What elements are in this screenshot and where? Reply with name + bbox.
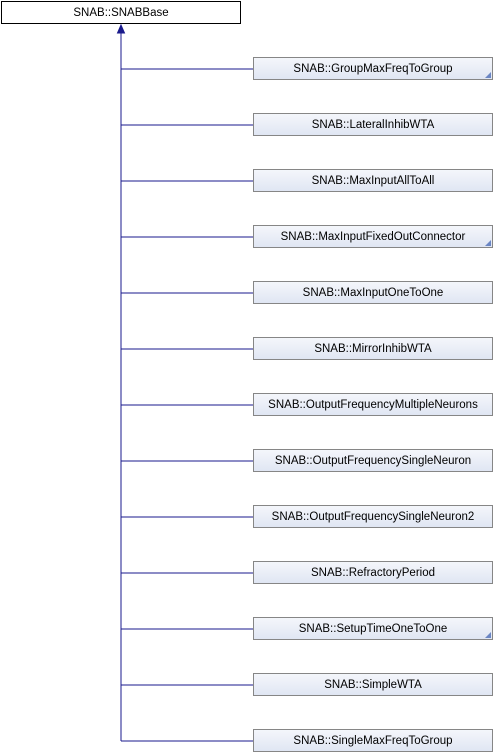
base-class-node: SNAB::SNABBase — [1, 1, 241, 24]
derived-class-node[interactable]: SNAB::SetupTimeOneToOne — [253, 617, 493, 640]
derived-class-node[interactable]: SNAB::GroupMaxFreqToGroup — [253, 57, 493, 80]
derived-class-node[interactable]: SNAB::SingleMaxFreqToGroup — [253, 729, 493, 752]
expand-marker-icon — [485, 240, 491, 246]
derived-class-label: SNAB::MaxInputAllToAll — [311, 175, 435, 187]
base-class-label: SNAB::SNABBase — [73, 7, 169, 19]
derived-class-label: SNAB::OutputFrequencySingleNeuron2 — [271, 511, 475, 523]
inheritance-diagram: SNAB::SNABBase SNAB::GroupMaxFreqToGroup… — [0, 0, 494, 752]
derived-class-label: SNAB::MaxInputFixedOutConnector — [280, 231, 466, 243]
derived-class-node[interactable]: SNAB::OutputFrequencySingleNeuron2 — [253, 505, 493, 528]
inheritance-arrowhead-icon — [116, 23, 126, 34]
expand-marker-icon — [485, 632, 491, 638]
derived-class-node[interactable]: SNAB::SimpleWTA — [253, 673, 493, 696]
derived-class-label: SNAB::MaxInputOneToOne — [302, 287, 444, 299]
derived-class-label: SNAB::SingleMaxFreqToGroup — [293, 735, 453, 747]
derived-class-label: SNAB::GroupMaxFreqToGroup — [293, 63, 453, 75]
derived-class-node[interactable]: SNAB::LateralInhibWTA — [253, 113, 493, 136]
derived-class-node[interactable]: SNAB::OutputFrequencyMultipleNeurons — [253, 393, 493, 416]
derived-class-node[interactable]: SNAB::MaxInputAllToAll — [253, 169, 493, 192]
derived-class-node[interactable]: SNAB::MaxInputOneToOne — [253, 281, 493, 304]
derived-class-label: SNAB::SimpleWTA — [324, 679, 422, 691]
derived-class-node[interactable]: SNAB::MirrorInhibWTA — [253, 337, 493, 360]
derived-class-node[interactable]: SNAB::OutputFrequencySingleNeuron — [253, 449, 493, 472]
derived-class-label: SNAB::MirrorInhibWTA — [314, 343, 432, 355]
expand-marker-icon — [485, 72, 491, 78]
derived-class-label: SNAB::SetupTimeOneToOne — [298, 623, 448, 635]
derived-class-node[interactable]: SNAB::RefractoryPeriod — [253, 561, 493, 584]
derived-class-label: SNAB::RefractoryPeriod — [311, 567, 435, 579]
derived-class-label: SNAB::OutputFrequencyMultipleNeurons — [268, 399, 478, 411]
derived-class-label: SNAB::OutputFrequencySingleNeuron — [274, 455, 472, 467]
derived-class-node[interactable]: SNAB::MaxInputFixedOutConnector — [253, 225, 493, 248]
derived-class-label: SNAB::LateralInhibWTA — [311, 119, 435, 131]
